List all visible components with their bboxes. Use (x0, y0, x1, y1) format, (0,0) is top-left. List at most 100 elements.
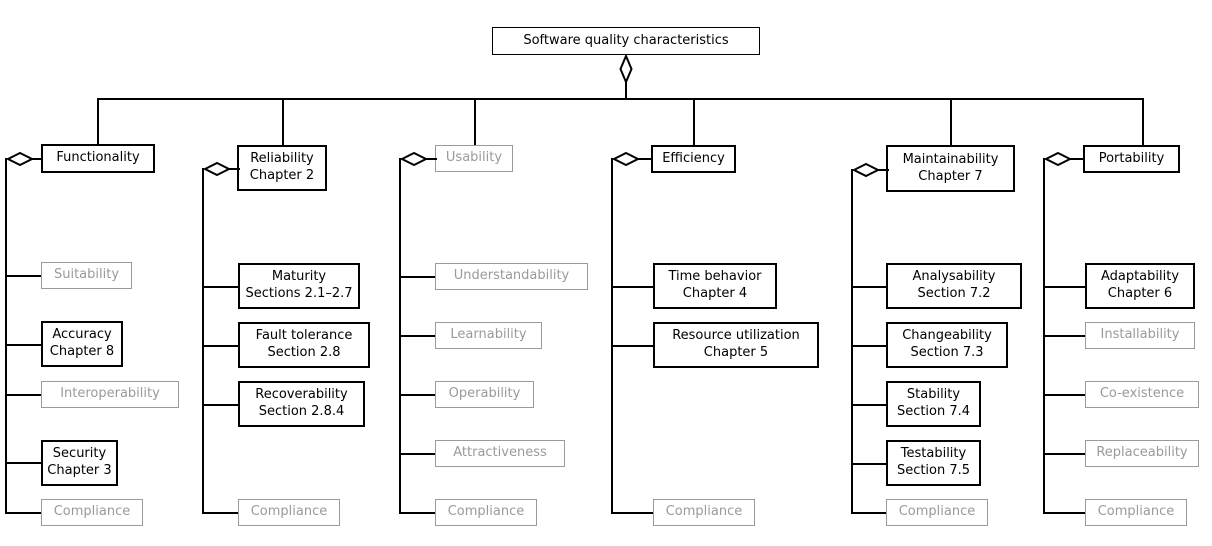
node-functionality-compliance-label: Compliance (53, 504, 131, 520)
node-stability[interactable]: Stability Section 7.4 (886, 381, 981, 427)
node-portability-compliance[interactable]: Compliance (1085, 499, 1187, 526)
node-resource-utilization[interactable]: Resource utilization Chapter 5 (653, 322, 819, 368)
root-stem-line (625, 82, 627, 99)
branch-maintainability-1 (851, 286, 887, 288)
node-functionality-label: Functionality (56, 150, 140, 166)
trunk-drop-usability (474, 98, 476, 145)
node-adaptability-sublabel: Chapter 6 (1107, 286, 1173, 301)
node-portability-label: Portability (1098, 150, 1165, 166)
branch-usability-2 (399, 335, 435, 337)
node-attractiveness-label: Attractiveness (453, 445, 547, 461)
node-interoperability-label: Interoperability (60, 386, 160, 402)
branch-functionality-3 (5, 394, 41, 396)
node-reliability-label: Reliability (250, 151, 314, 167)
branch-efficiency-2 (611, 345, 653, 347)
node-security-label: Security (52, 446, 107, 462)
branch-maintainability-2 (851, 345, 887, 347)
node-maturity[interactable]: Maturity Sections 2.1–2.7 (238, 263, 360, 309)
aggregation-diamond-maintainability (852, 162, 890, 178)
node-understandability-label: Understandability (453, 268, 570, 284)
branch-portability-5 (1043, 512, 1085, 514)
node-reliability[interactable]: Reliability Chapter 2 (237, 145, 327, 191)
node-adaptability[interactable]: Adaptability Chapter 6 (1085, 263, 1195, 309)
branch-reliability-4 (202, 512, 238, 514)
node-recoverability-sublabel: Section 2.8.4 (258, 404, 345, 419)
node-adaptability-label: Adaptability (1100, 269, 1180, 285)
trunk-drop-reliability (282, 98, 284, 145)
branch-efficiency-3 (611, 512, 653, 514)
node-suitability-label: Suitability (53, 267, 120, 283)
node-portability[interactable]: Portability (1083, 145, 1180, 173)
node-efficiency-label: Efficiency (662, 150, 725, 166)
node-time-behavior-sublabel: Chapter 4 (682, 286, 748, 301)
node-maintainability-label: Maintainability (902, 151, 999, 167)
node-suitability[interactable]: Suitability (41, 262, 132, 289)
node-accuracy-label: Accuracy (52, 327, 112, 343)
node-understandability[interactable]: Understandability (435, 263, 588, 290)
node-testability-sublabel: Section 7.5 (896, 463, 971, 478)
node-recoverability[interactable]: Recoverability Section 2.8.4 (238, 381, 365, 427)
node-usability-label: Usability (445, 150, 503, 166)
branch-usability-4 (399, 453, 435, 455)
branch-usability-1 (399, 276, 435, 278)
branch-usability-5 (399, 512, 435, 514)
node-learnability[interactable]: Learnability (435, 322, 542, 349)
branch-portability-1 (1043, 286, 1085, 288)
node-accuracy[interactable]: Accuracy Chapter 8 (41, 321, 123, 367)
branch-usability-3 (399, 394, 435, 396)
aggregation-diamond-portability (1044, 151, 1086, 167)
node-accuracy-sublabel: Chapter 8 (49, 344, 115, 359)
node-changeability-label: Changeability (902, 328, 992, 344)
node-usability[interactable]: Usability (435, 145, 513, 172)
node-functionality[interactable]: Functionality (41, 144, 155, 173)
branch-maintainability-3 (851, 404, 887, 406)
branch-efficiency-1 (611, 286, 653, 288)
node-replaceability[interactable]: Replaceability (1085, 440, 1199, 467)
node-changeability[interactable]: Changeability Section 7.3 (886, 322, 1008, 368)
node-operability[interactable]: Operability (435, 381, 534, 408)
node-security-sublabel: Chapter 3 (47, 463, 112, 478)
node-stability-sublabel: Section 7.4 (896, 404, 971, 419)
spine-efficiency (611, 158, 613, 513)
node-co-existence[interactable]: Co-existence (1085, 381, 1199, 408)
node-maturity-sublabel: Sections 2.1–2.7 (245, 286, 353, 301)
node-changeability-sublabel: Section 7.3 (910, 345, 984, 360)
branch-portability-4 (1043, 453, 1085, 455)
node-reliability-compliance[interactable]: Compliance (238, 499, 340, 526)
node-replaceability-label: Replaceability (1096, 445, 1188, 461)
node-usability-compliance-label: Compliance (447, 504, 525, 520)
node-efficiency-compliance[interactable]: Compliance (653, 499, 755, 526)
aggregation-diamond-root (619, 55, 633, 83)
branch-portability-2 (1043, 335, 1085, 337)
node-functionality-compliance[interactable]: Compliance (41, 499, 143, 526)
node-portability-compliance-label: Compliance (1097, 504, 1175, 520)
branch-functionality-4 (5, 462, 41, 464)
node-recoverability-label: Recoverability (255, 387, 348, 403)
aggregation-diamond-usability (400, 151, 438, 167)
node-maintainability[interactable]: Maintainability Chapter 7 (886, 145, 1015, 192)
node-efficiency[interactable]: Efficiency (651, 145, 736, 173)
trunk-drop-portability (1142, 98, 1144, 145)
node-fault-tolerance[interactable]: Fault tolerance Section 2.8 (238, 322, 370, 368)
node-installability-label: Installability (1100, 327, 1180, 343)
node-maintainability-compliance[interactable]: Compliance (886, 499, 988, 526)
branch-functionality-5 (5, 512, 41, 514)
node-time-behavior[interactable]: Time behavior Chapter 4 (653, 263, 777, 309)
node-interoperability[interactable]: Interoperability (41, 381, 179, 408)
node-learnability-label: Learnability (450, 327, 527, 343)
node-analysability-label: Analysability (912, 269, 996, 285)
node-usability-compliance[interactable]: Compliance (435, 499, 537, 526)
node-testability-label: Testability (900, 446, 967, 462)
node-analysability[interactable]: Analysability Section 7.2 (886, 263, 1022, 309)
root-node-software-quality-characteristics[interactable]: Software quality characteristics (492, 27, 760, 55)
node-testability[interactable]: Testability Section 7.5 (886, 440, 981, 486)
node-efficiency-compliance-label: Compliance (665, 504, 743, 520)
node-security[interactable]: Security Chapter 3 (41, 440, 118, 486)
node-installability[interactable]: Installability (1085, 322, 1195, 349)
trunk-drop-functionality (97, 98, 99, 145)
aggregation-diamond-efficiency (612, 151, 654, 167)
spine-maintainability (851, 169, 853, 513)
root-node-label: Software quality characteristics (523, 32, 729, 48)
branch-maintainability-4 (851, 463, 887, 465)
node-attractiveness[interactable]: Attractiveness (435, 440, 565, 467)
